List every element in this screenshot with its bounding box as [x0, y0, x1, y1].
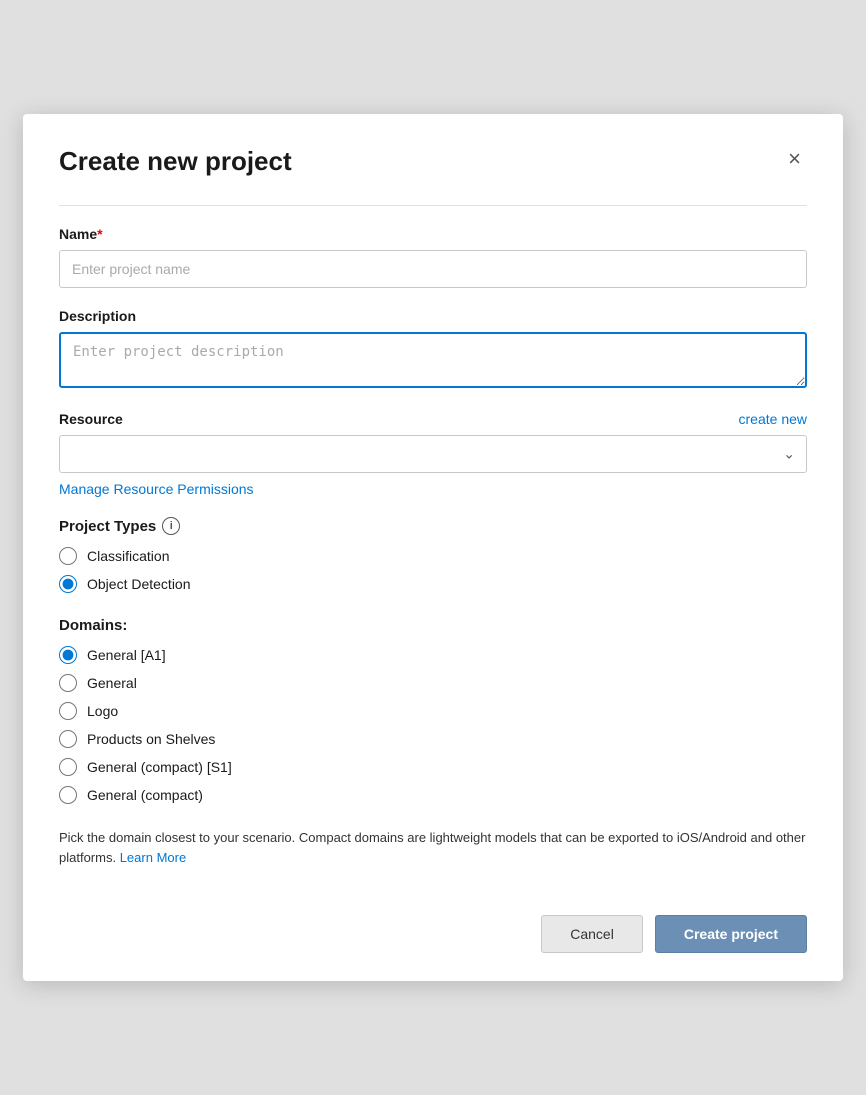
radio-general-compact-label: General (compact) — [87, 787, 203, 803]
resource-label: Resource — [59, 411, 123, 427]
manage-resource-link[interactable]: Manage Resource Permissions — [59, 481, 254, 497]
cancel-button[interactable]: Cancel — [541, 915, 643, 953]
resource-select[interactable] — [59, 435, 807, 473]
project-types-section: Project Types i Classification Object De… — [59, 517, 807, 593]
radio-products-on-shelves[interactable] — [59, 730, 77, 748]
domains-section: Domains: General [A1] General Logo Produ… — [59, 617, 807, 867]
radio-object-detection[interactable] — [59, 575, 77, 593]
radio-item-general-compact[interactable]: General (compact) — [59, 786, 807, 804]
radio-general-compact[interactable] — [59, 786, 77, 804]
dialog-footer: Cancel Create project — [59, 899, 807, 953]
info-icon: i — [162, 517, 180, 535]
name-label: Name* — [59, 226, 807, 242]
dialog-overlay: Create new project × Name* Description R… — [0, 0, 866, 1095]
radio-products-on-shelves-label: Products on Shelves — [87, 731, 215, 747]
domain-description: Pick the domain closest to your scenario… — [59, 828, 807, 867]
resource-select-container: ⌄ — [59, 435, 807, 473]
domains-title: Domains: — [59, 617, 807, 634]
dialog-title: Create new project — [59, 146, 292, 177]
radio-logo-label: Logo — [87, 703, 118, 719]
create-project-dialog: Create new project × Name* Description R… — [23, 114, 843, 981]
radio-item-logo[interactable]: Logo — [59, 702, 807, 720]
resource-row: Resource create new — [59, 411, 807, 427]
name-input[interactable] — [59, 250, 807, 288]
description-input[interactable] — [59, 332, 807, 388]
radio-object-detection-label: Object Detection — [87, 576, 191, 592]
project-types-title: Project Types i — [59, 517, 807, 535]
radio-item-general-compact-s1[interactable]: General (compact) [S1] — [59, 758, 807, 776]
description-label: Description — [59, 308, 807, 324]
dialog-header: Create new project × — [59, 146, 807, 177]
radio-item-general-a1[interactable]: General [A1] — [59, 646, 807, 664]
name-field-group: Name* — [59, 226, 807, 288]
radio-item-general[interactable]: General — [59, 674, 807, 692]
radio-general-a1-label: General [A1] — [87, 647, 166, 663]
radio-logo[interactable] — [59, 702, 77, 720]
resource-field-group: Resource create new ⌄ Manage Resource Pe… — [59, 411, 807, 497]
domains-radio-group: General [A1] General Logo Products on Sh… — [59, 646, 807, 804]
radio-classification[interactable] — [59, 547, 77, 565]
project-types-radio-group: Classification Object Detection — [59, 547, 807, 593]
radio-general-compact-s1-label: General (compact) [S1] — [87, 759, 232, 775]
required-indicator: * — [97, 226, 102, 242]
header-divider — [59, 205, 807, 206]
radio-classification-label: Classification — [87, 548, 169, 564]
radio-general-compact-s1[interactable] — [59, 758, 77, 776]
radio-item-object-detection[interactable]: Object Detection — [59, 575, 807, 593]
radio-general-label: General — [87, 675, 137, 691]
learn-more-link[interactable]: Learn More — [120, 850, 186, 865]
radio-item-products-on-shelves[interactable]: Products on Shelves — [59, 730, 807, 748]
radio-item-classification[interactable]: Classification — [59, 547, 807, 565]
create-new-link[interactable]: create new — [739, 411, 807, 427]
resource-select-wrapper: ⌄ — [59, 435, 807, 473]
close-button[interactable]: × — [782, 146, 807, 172]
radio-general-a1[interactable] — [59, 646, 77, 664]
description-field-group: Description — [59, 308, 807, 391]
radio-general[interactable] — [59, 674, 77, 692]
create-project-button[interactable]: Create project — [655, 915, 807, 953]
